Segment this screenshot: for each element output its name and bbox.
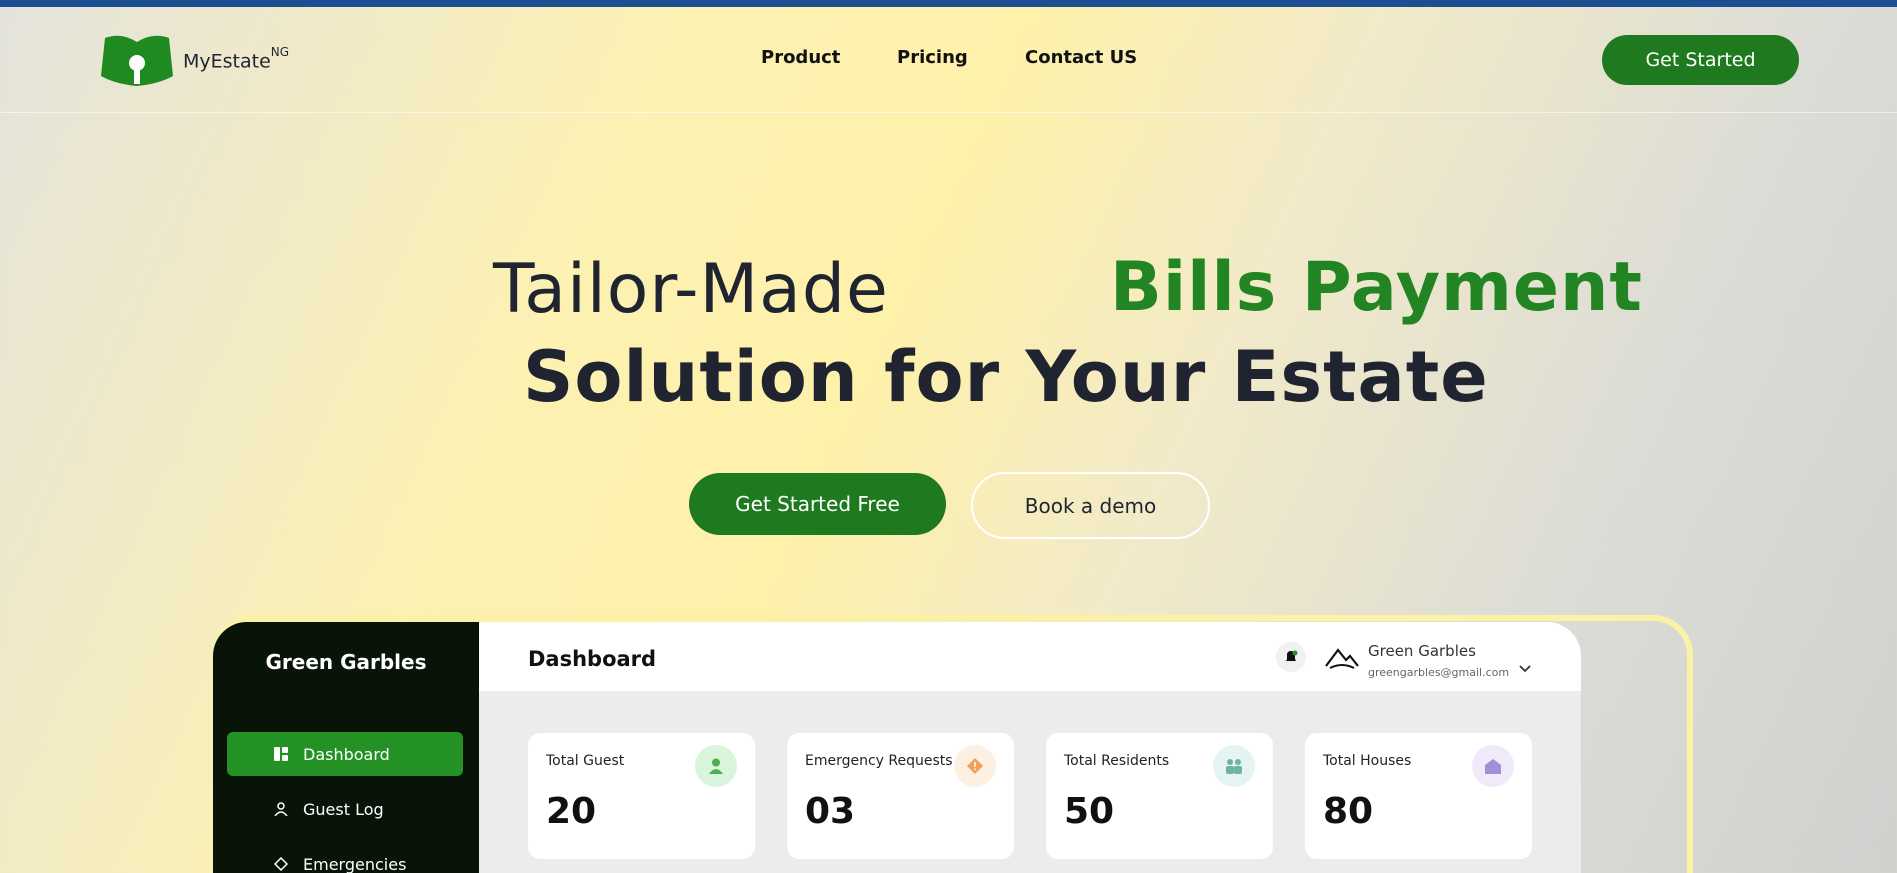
brand-name: MyEstateNG [183, 45, 290, 73]
sidebar-item-emergencies[interactable]: Emergencies [227, 842, 463, 873]
notification-bell-icon[interactable] [1276, 642, 1306, 672]
dashboard-title: Dashboard [528, 647, 657, 671]
header-get-started-button[interactable]: Get Started [1602, 35, 1799, 85]
warning-diamond-icon [954, 745, 996, 787]
sidebar-item-label: Dashboard [303, 744, 390, 764]
hero-heading-accent: Bills Payment [1110, 248, 1643, 327]
sidebar-item-label: Guest Log [303, 799, 384, 819]
dashboard-header: Dashboard Green Garbles greengarbles@gma… [479, 622, 1581, 691]
card-value: 80 [1323, 791, 1374, 832]
logo-mark-icon [101, 35, 173, 86]
user-avatar[interactable] [1324, 646, 1360, 672]
brand-logo[interactable]: MyEstateNG [99, 32, 289, 88]
card-value: 20 [546, 791, 597, 832]
nav-pricing[interactable]: Pricing [897, 47, 968, 68]
grid-icon [273, 746, 289, 762]
get-started-free-button[interactable]: Get Started Free [689, 473, 946, 535]
house-icon [1472, 745, 1514, 787]
sidebar-item-guest-log[interactable]: Guest Log [227, 787, 463, 831]
dashboard-sidebar: Green Garbles Dashboard Guest Log Emerge… [213, 622, 479, 873]
person-icon [695, 745, 737, 787]
nav-product[interactable]: Product [761, 47, 840, 68]
top-accent-bar [0, 0, 1897, 7]
stat-card-emergency-requests: Emergency Requests 03 [787, 733, 1014, 859]
sidebar-item-dashboard[interactable]: Dashboard [227, 732, 463, 776]
user-name: Green Garbles [1368, 642, 1476, 660]
sidebar-item-label: Emergencies [303, 854, 407, 873]
stat-card-total-residents: Total Residents 50 [1046, 733, 1273, 859]
book-demo-button[interactable]: Book a demo [971, 472, 1210, 539]
card-label: Total Houses [1323, 753, 1412, 769]
people-icon [1213, 745, 1255, 787]
card-value: 50 [1064, 791, 1115, 832]
user-icon [273, 801, 289, 817]
card-label: Total Residents [1064, 753, 1170, 769]
hero-heading-regular: Tailor-Made [493, 250, 889, 329]
stat-card-total-houses: Total Houses 80 [1305, 733, 1532, 859]
nav-contact-us[interactable]: Contact US [1025, 47, 1137, 68]
card-label: Total Guest [546, 753, 625, 769]
card-value: 03 [805, 791, 856, 832]
user-email: greengarbles@gmail.com [1368, 666, 1510, 679]
dashboard-preview: Green Garbles Dashboard Guest Log Emerge… [213, 622, 1581, 873]
sidebar-brand: Green Garbles [265, 650, 427, 674]
card-label: Emergency Requests [805, 753, 953, 769]
hero-heading-line2: Solution for Your Estate [523, 336, 1489, 418]
stat-card-total-guest: Total Guest 20 [528, 733, 755, 859]
diamond-alert-icon [273, 856, 289, 872]
header-divider [0, 112, 1897, 113]
chevron-down-icon[interactable] [1518, 664, 1532, 674]
